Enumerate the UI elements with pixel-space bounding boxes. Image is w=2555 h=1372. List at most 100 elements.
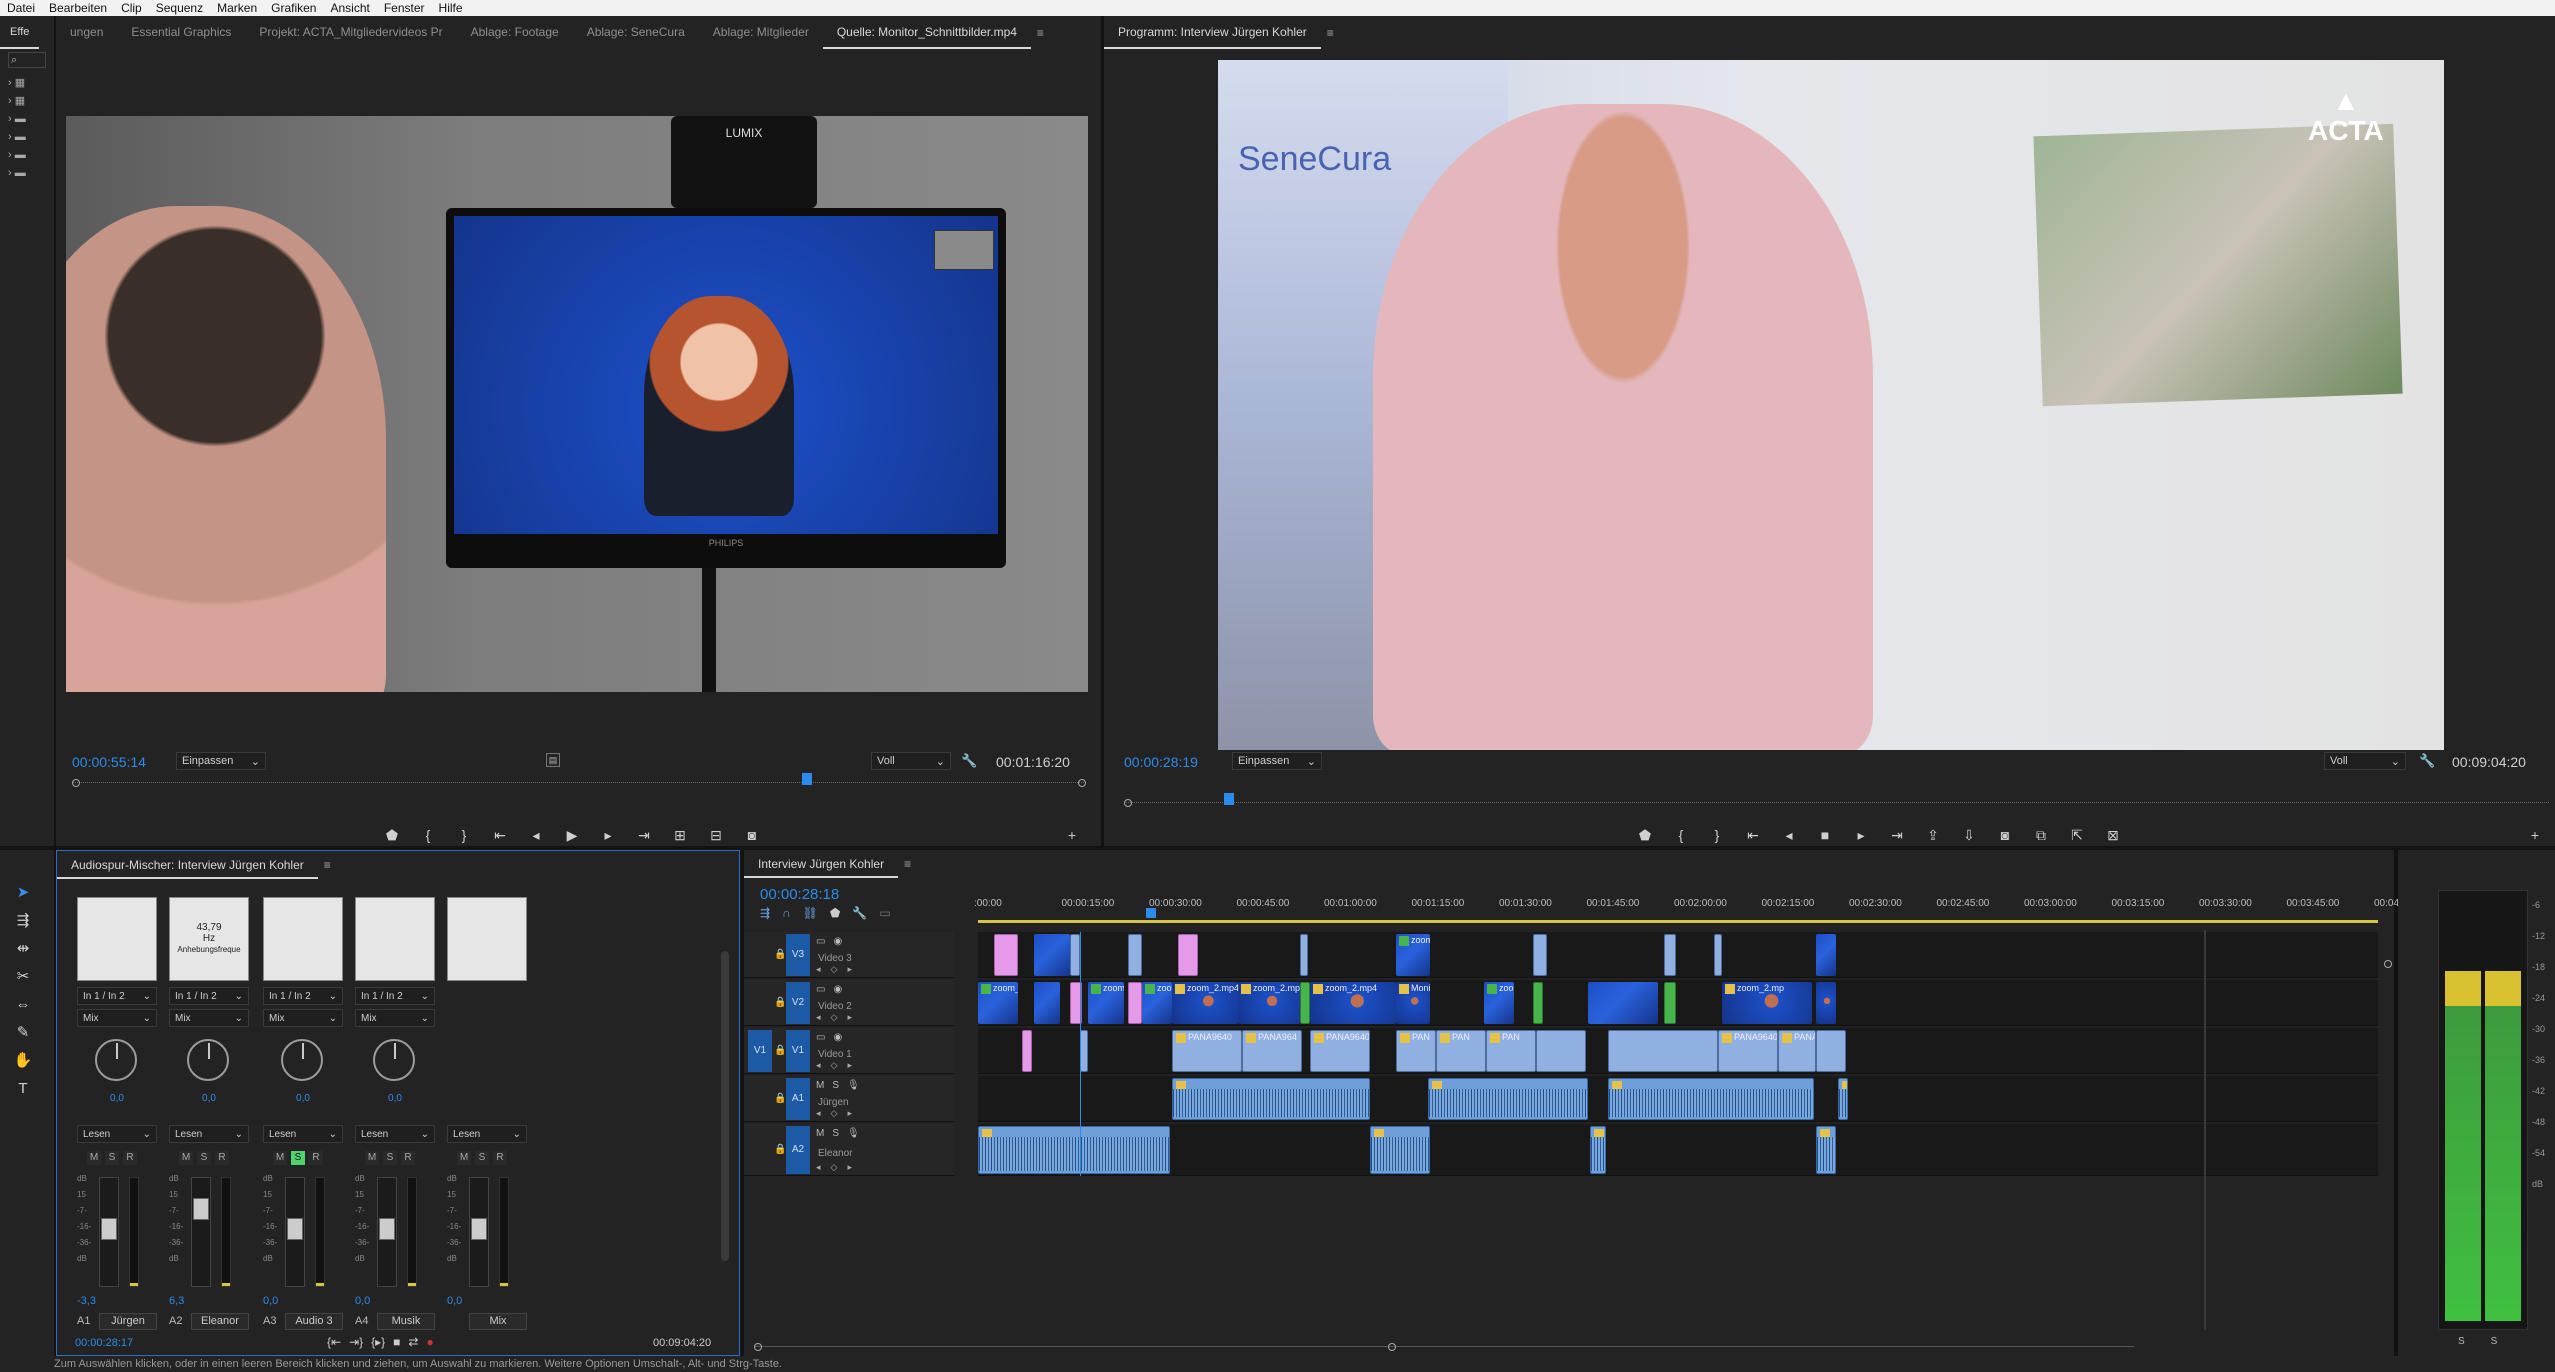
- tab-ungen[interactable]: ungen: [56, 16, 117, 49]
- audio-clip[interactable]: [1172, 1078, 1370, 1120]
- lock-icon[interactable]: 🔒: [774, 997, 786, 1008]
- video-clip[interactable]: zoom: [1396, 934, 1430, 976]
- mic-icon[interactable]: 🎙: [847, 1080, 860, 1091]
- mix-select[interactable]: Mix ⌄: [355, 1009, 435, 1027]
- prev-keyframe-icon[interactable]: ◂: [816, 1060, 821, 1071]
- video-clip[interactable]: [1664, 982, 1676, 1024]
- automation-select[interactable]: Lesen ⌄: [355, 1125, 435, 1143]
- folder-icon[interactable]: › ▬: [8, 128, 48, 146]
- add-marker-icon[interactable]: ⬟: [830, 906, 840, 920]
- input-select[interactable]: In 1 / In 2 ⌄: [263, 987, 343, 1005]
- source-fit-select[interactable]: Einpassen ⌄: [176, 752, 266, 770]
- go-to-out-icon[interactable]: ⇥}: [349, 1335, 363, 1349]
- audio-clip[interactable]: [1838, 1078, 1848, 1120]
- track-select-tool-icon[interactable]: ⇶: [10, 908, 36, 934]
- track-name[interactable]: Jürgen: [99, 1313, 157, 1330]
- wrench-icon[interactable]: 🔧: [2419, 753, 2435, 769]
- compare-icon[interactable]: ⧉: [2030, 824, 2052, 846]
- video-clip[interactable]: [1816, 934, 1836, 976]
- eye-icon[interactable]: ◉: [833, 936, 842, 947]
- solo-left-button[interactable]: S: [2458, 1336, 2465, 1347]
- camera-icon[interactable]: ◙: [1994, 824, 2016, 846]
- video-clip[interactable]: [1816, 1030, 1846, 1072]
- mark-in-icon[interactable]: {: [417, 824, 439, 846]
- solo-button[interactable]: S: [383, 1151, 397, 1165]
- step-forward-icon[interactable]: ▸: [1850, 824, 1872, 846]
- automation-select[interactable]: Lesen ⌄: [447, 1125, 527, 1143]
- overwrite-icon[interactable]: ⊟: [705, 824, 727, 846]
- pan-knob[interactable]: [95, 1039, 137, 1081]
- ripple-edit-tool-icon[interactable]: ⇹: [10, 936, 36, 962]
- tab-bin-mitglieder[interactable]: Ablage: Mitglieder: [699, 16, 823, 49]
- pan-knob[interactable]: [373, 1039, 415, 1081]
- menu-sequenz[interactable]: Sequenz: [149, 1, 210, 15]
- video-clip[interactable]: [1034, 934, 1070, 976]
- track-name[interactable]: Eleanor: [818, 1148, 852, 1159]
- work-area-bar[interactable]: [978, 920, 2378, 923]
- video-clip[interactable]: PANA9640.MP4: [1310, 1030, 1370, 1072]
- panel-menu-icon[interactable]: ≡: [324, 858, 331, 872]
- video-clip[interactable]: [1664, 934, 1676, 976]
- record-arm-button[interactable]: R: [401, 1151, 415, 1165]
- video-clip[interactable]: zoom_: [978, 982, 1018, 1024]
- tab-project[interactable]: Projekt: ACTA_Mitgliedervideos Pr: [245, 16, 456, 49]
- timeline-hscroll[interactable]: [754, 1343, 2134, 1352]
- track-target[interactable]: V1: [786, 1030, 810, 1072]
- panel-menu-icon[interactable]: ≡: [904, 857, 911, 871]
- program-quality-select[interactable]: Voll ⌄: [2324, 752, 2406, 770]
- track-name[interactable]: Musik: [377, 1313, 435, 1330]
- eye-icon[interactable]: ◉: [833, 1032, 842, 1043]
- record-arm-button[interactable]: R: [215, 1151, 229, 1165]
- add-keyframe-icon[interactable]: ◇: [831, 1108, 838, 1119]
- menu-fenster[interactable]: Fenster: [377, 1, 432, 15]
- program-playhead[interactable]: [1223, 793, 1234, 805]
- pen-tool-icon[interactable]: ✎: [10, 1020, 36, 1046]
- add-keyframe-icon[interactable]: ◇: [831, 964, 838, 975]
- effect-slot[interactable]: [263, 897, 343, 981]
- go-to-in-icon[interactable]: ⇤: [1742, 824, 1764, 846]
- track-lane-v3[interactable]: zoom: [978, 932, 2378, 978]
- effect-slot[interactable]: [77, 897, 157, 981]
- track-target[interactable]: A1: [786, 1078, 810, 1120]
- volume-fader[interactable]: [177, 1177, 211, 1287]
- mic-icon[interactable]: 🎙: [847, 1128, 860, 1139]
- video-clip[interactable]: zoom_2.mp4 [V]: [1172, 982, 1238, 1024]
- sync-lock-icon[interactable]: ▭: [816, 984, 825, 995]
- video-clip[interactable]: [1080, 1030, 1088, 1072]
- solo-button[interactable]: S: [105, 1151, 119, 1165]
- volume-fader[interactable]: [271, 1177, 305, 1287]
- video-clip[interactable]: zoom_2.mp4: [1238, 982, 1300, 1024]
- track-target[interactable]: A2: [786, 1126, 810, 1174]
- video-clip[interactable]: PANA: [1778, 1030, 1816, 1072]
- add-keyframe-icon[interactable]: ◇: [831, 1012, 838, 1023]
- timeline-timecode[interactable]: 00:00:28:18: [760, 886, 839, 903]
- audio-clip[interactable]: [1816, 1126, 1836, 1174]
- nest-icon[interactable]: ⇶: [760, 906, 770, 920]
- video-clip[interactable]: [1588, 982, 1658, 1024]
- mark-out-icon[interactable]: }: [453, 824, 475, 846]
- mixer-scrollbar[interactable]: [721, 951, 729, 1261]
- mark-in-icon[interactable]: {: [1670, 824, 1692, 846]
- marker-icon[interactable]: ⬟: [1634, 824, 1656, 846]
- audio-clip[interactable]: [1370, 1126, 1430, 1174]
- pan-knob[interactable]: [281, 1039, 323, 1081]
- video-clip[interactable]: [1536, 1030, 1586, 1072]
- volume-fader[interactable]: [455, 1177, 489, 1287]
- play-in-out-icon[interactable]: {▸}: [371, 1335, 385, 1349]
- track-name[interactable]: Mix: [469, 1313, 527, 1330]
- video-clip[interactable]: [1178, 934, 1198, 976]
- video-clip[interactable]: Monit: [1396, 982, 1430, 1024]
- record-arm-button[interactable]: R: [309, 1151, 323, 1165]
- tab-timeline[interactable]: Interview Jürgen Kohler: [744, 850, 899, 878]
- input-select[interactable]: In 1 / In 2 ⌄: [77, 987, 157, 1005]
- menu-hilfe[interactable]: Hilfe: [432, 1, 470, 15]
- add-keyframe-icon[interactable]: ◇: [831, 1162, 838, 1173]
- menu-datei[interactable]: Datei: [0, 1, 42, 15]
- audio-clip[interactable]: [1608, 1078, 1814, 1120]
- next-keyframe-icon[interactable]: ▸: [847, 1060, 852, 1071]
- automation-select[interactable]: Lesen ⌄: [169, 1125, 249, 1143]
- track-name[interactable]: Jürgen: [818, 1097, 849, 1108]
- effect-slot[interactable]: 43,79 Hz Anhebungsfreque: [169, 897, 249, 981]
- menu-clip[interactable]: Clip: [114, 1, 149, 15]
- time-ruler[interactable]: :00:00 00:00:15:00 00:00:30:00 00:00:45:00 0…: [974, 894, 2413, 918]
